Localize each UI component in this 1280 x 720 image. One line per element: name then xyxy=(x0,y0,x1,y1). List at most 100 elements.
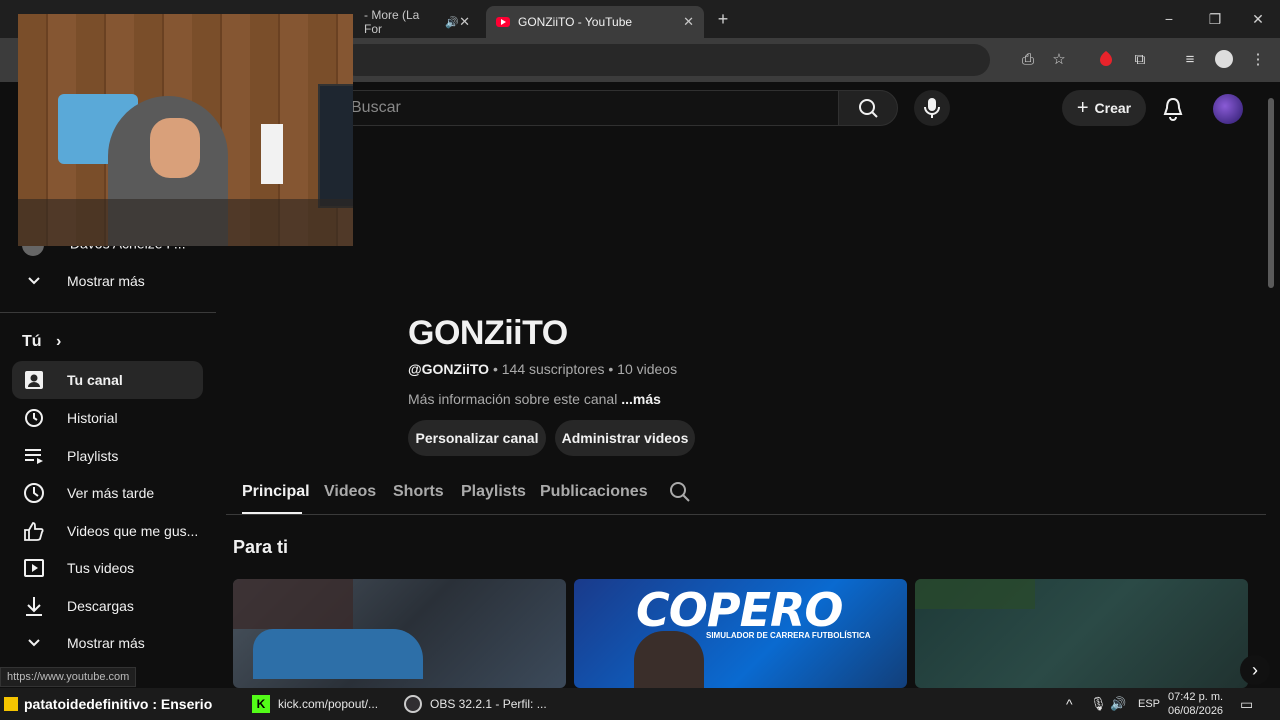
thumbnail-car xyxy=(253,629,423,679)
account-avatar[interactable] xyxy=(1213,94,1243,124)
video-icon xyxy=(22,556,46,580)
plus-icon: + xyxy=(1076,96,1089,119)
tab-videos[interactable]: Videos xyxy=(324,483,376,501)
channel-meta: @GONZiiTO • 144 suscriptores • 10 videos xyxy=(408,361,678,377)
search-icon xyxy=(670,482,690,502)
chevron-right-icon: › xyxy=(56,333,62,350)
sidebar-item-label: Historial xyxy=(67,410,118,426)
tab-publicaciones[interactable]: Publicaciones xyxy=(540,483,648,501)
youtube-favicon-icon xyxy=(496,17,510,27)
create-button[interactable]: + Crear xyxy=(1062,90,1146,126)
sidebar-item-label: Videos que me gus... xyxy=(67,523,199,539)
customize-channel-button[interactable]: Personalizar canal xyxy=(408,420,546,456)
microphone-icon xyxy=(924,98,940,118)
clock-date: 06/08/2026 xyxy=(1168,705,1224,717)
volume-icon[interactable]: 🔊 xyxy=(1110,688,1126,720)
chevron-down-icon xyxy=(22,269,46,293)
sidebar-show-more-2[interactable]: Mostrar más xyxy=(12,624,203,662)
playlist-icon xyxy=(22,444,46,468)
thumbnail-chat-overlay xyxy=(915,579,1035,609)
create-label: Crear xyxy=(1094,100,1132,116)
taskbar-app-kick[interactable]: K kick.com/popout/... xyxy=(252,688,392,720)
thumbnail-title: COPERO xyxy=(636,583,844,637)
notifications-button[interactable] xyxy=(1160,96,1186,122)
microphone-tray-icon[interactable]: 🎙 xyxy=(1090,688,1107,720)
taskbar-app-label: kick.com/popout/... xyxy=(278,697,379,711)
about-more: ...más xyxy=(621,391,661,407)
person-face xyxy=(150,118,200,178)
channel-about-link[interactable]: Más información sobre este canal ...más xyxy=(408,391,661,407)
thumbnail-chat-overlay xyxy=(233,579,353,629)
thumbnail-person xyxy=(634,631,704,688)
search-icon xyxy=(859,99,878,118)
new-tab-button[interactable]: + xyxy=(710,8,736,30)
address-bar[interactable] xyxy=(340,44,990,76)
close-window-button[interactable]: ✕ xyxy=(1245,8,1271,30)
search-input[interactable]: Buscar xyxy=(338,90,838,126)
channel-search-button[interactable] xyxy=(669,481,691,508)
history-icon xyxy=(22,406,46,430)
sidebar-item-liked-videos[interactable]: Videos que me gus... xyxy=(12,512,203,550)
clock-time: 07:42 p. m. xyxy=(1168,691,1224,703)
sidebar-item-playlists[interactable]: Playlists xyxy=(12,437,203,475)
sidebar-item-descargas[interactable]: Descargas xyxy=(12,587,203,625)
about-text: Más información sobre este canal xyxy=(408,391,618,407)
browser-menu-icon[interactable]: ⋮ xyxy=(1248,50,1268,70)
sidebar-item-label: Playlists xyxy=(67,448,119,464)
section-title: Para ti xyxy=(233,537,289,557)
show-more-label: Mostrar más xyxy=(67,635,145,651)
taskbar-app-label: OBS 32.2.1 - Perfil: ... xyxy=(430,697,547,711)
bell-icon xyxy=(1163,97,1183,121)
notification-center-icon[interactable]: ▭ xyxy=(1240,688,1253,720)
sidebar-item-tus-videos[interactable]: Tus videos xyxy=(12,549,203,587)
chevron-down-icon xyxy=(22,631,46,655)
tray-overflow-icon[interactable]: ^ xyxy=(1066,688,1073,720)
pc-tower xyxy=(261,124,283,184)
sidebar-item-label: Descargas xyxy=(67,598,134,614)
desk xyxy=(18,199,353,246)
video-thumbnail[interactable] xyxy=(233,579,566,688)
extension-red-icon[interactable] xyxy=(1096,50,1116,70)
page-scrollbar[interactable] xyxy=(1268,98,1274,288)
tab-shorts[interactable]: Shorts xyxy=(393,483,444,501)
channel-handle: @GONZiiTO xyxy=(408,361,490,377)
sidebar-item-ver-mas-tarde[interactable]: Ver más tarde xyxy=(12,474,203,512)
install-app-icon[interactable]: ⎙ xyxy=(1018,50,1038,70)
browser-tab-youtube[interactable]: GONZiiTO - YouTube ✕ xyxy=(486,6,704,38)
search-button[interactable] xyxy=(838,90,898,126)
sidebar-item-tu-canal[interactable]: Tu canal xyxy=(12,361,203,399)
sidebar-you-header[interactable]: Tú › xyxy=(22,333,61,351)
language-indicator[interactable]: ESP xyxy=(1138,688,1160,720)
kick-icon: K xyxy=(252,695,270,713)
video-thumbnail[interactable]: COPERO SIMULADOR DE CARRERA FUTBOLÍSTICA xyxy=(574,579,907,688)
extensions-puzzle-icon[interactable]: ⧉ xyxy=(1130,50,1150,70)
tab-playlists[interactable]: Playlists xyxy=(461,483,526,501)
obs-icon xyxy=(404,695,422,713)
sidebar-divider xyxy=(0,312,216,313)
video-thumbnail[interactable] xyxy=(915,579,1248,688)
sidebar-item-label: Tu canal xyxy=(67,372,123,388)
person-icon xyxy=(22,368,46,392)
media-control-icon[interactable]: ≡ xyxy=(1180,50,1200,70)
clock[interactable]: 07:42 p. m. 06/08/2026 xyxy=(1168,688,1223,720)
taskbar-app-obs[interactable]: OBS 32.2.1 - Perfil: ... xyxy=(404,688,584,720)
sidebar-show-more-1[interactable]: Mostrar más xyxy=(12,262,203,300)
carousel-next-button[interactable]: › xyxy=(1240,655,1270,685)
minimize-button[interactable]: − xyxy=(1156,8,1182,30)
voice-search-button[interactable] xyxy=(914,90,950,126)
profile-avatar-icon[interactable] xyxy=(1214,50,1234,70)
close-tab-icon[interactable]: ✕ xyxy=(683,14,694,30)
thumbs-up-icon xyxy=(22,519,46,543)
download-icon xyxy=(22,594,46,618)
taskbar-app-stream-title[interactable]: patatoidedefinitivo : Enserio xyxy=(4,688,244,720)
you-header-label: Tú xyxy=(22,333,42,350)
close-tab-icon[interactable]: ✕ xyxy=(459,14,470,30)
tab-principal[interactable]: Principal xyxy=(242,483,310,501)
sidebar-item-historial[interactable]: Historial xyxy=(12,399,203,437)
maximize-button[interactable]: ❐ xyxy=(1202,8,1228,30)
show-more-label: Mostrar más xyxy=(67,273,145,289)
manage-videos-button[interactable]: Administrar videos xyxy=(555,420,695,456)
bookmark-star-icon[interactable]: ☆ xyxy=(1049,50,1069,70)
speaker-icon[interactable]: 🔊 xyxy=(445,16,459,29)
channel-name: GONZiiTO xyxy=(408,314,568,352)
